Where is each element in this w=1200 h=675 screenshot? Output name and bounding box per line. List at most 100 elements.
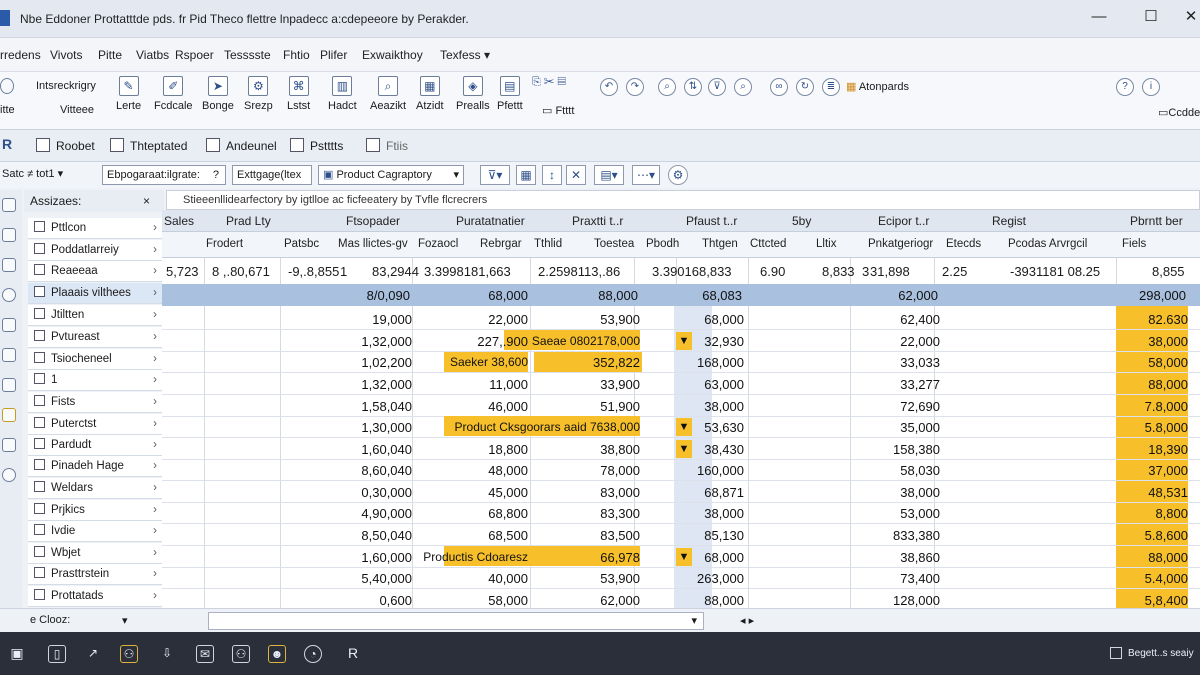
table-cell[interactable]: 45,000 bbox=[488, 485, 528, 500]
r-app-icon[interactable]: R bbox=[344, 645, 362, 663]
table-cell[interactable]: 1,32,000 bbox=[361, 334, 412, 349]
table-cell[interactable]: Product Cksgoorars aaid 7638,000 bbox=[455, 420, 640, 434]
tab-pstttts[interactable]: Pstttts bbox=[290, 136, 343, 156]
table-cell[interactable]: 88,000 bbox=[704, 593, 744, 608]
help-icon[interactable]: ? bbox=[1116, 78, 1134, 96]
column-subheader[interactable]: Pcodas Arvrgcil bbox=[1008, 238, 1087, 250]
nav-item[interactable]: Weldars › bbox=[28, 478, 162, 499]
menu-item[interactable]: Vivots bbox=[50, 48, 82, 62]
table-cell[interactable]: 33,900 bbox=[600, 377, 640, 392]
table-cell[interactable]: 4,90,000 bbox=[361, 506, 412, 521]
table-cell[interactable]: 3.390168,833 bbox=[652, 264, 732, 279]
folder-icon[interactable] bbox=[2, 408, 16, 422]
table-cell[interactable]: 38,860 bbox=[900, 550, 940, 565]
find-icon[interactable]: ⌕ bbox=[734, 78, 752, 96]
people-icon[interactable]: ⚇ bbox=[120, 645, 138, 663]
table-cell[interactable]: 53,630 bbox=[704, 420, 744, 435]
nav-item[interactable]: Poddatlarreiy › bbox=[28, 240, 162, 261]
table-cell[interactable]: 68,000 bbox=[704, 550, 744, 565]
column-subheader[interactable]: Etecds bbox=[946, 238, 981, 250]
table-cell[interactable]: 53,900 bbox=[600, 312, 640, 327]
table-cell[interactable]: 8 ,.80,671 bbox=[212, 264, 270, 279]
menu-item[interactable]: Plifer bbox=[320, 48, 347, 62]
table-cell[interactable]: 8,50,040 bbox=[361, 528, 412, 543]
filter-dropdown-1[interactable]: Ebpogaraat:ilgrate:? bbox=[102, 165, 226, 185]
table-cell[interactable]: 1,58,040 bbox=[361, 399, 412, 414]
table-cell[interactable]: 33,033 bbox=[900, 355, 940, 370]
table-cell[interactable]: 158,380 bbox=[893, 442, 940, 457]
checkbox-icon[interactable] bbox=[34, 243, 45, 254]
globe-icon[interactable] bbox=[2, 288, 16, 302]
nav-item[interactable]: Reaeeaa › bbox=[28, 261, 162, 282]
table-cell[interactable]: 38,430 bbox=[704, 442, 744, 457]
checkbox-icon[interactable] bbox=[34, 330, 45, 341]
table-cell[interactable]: Saeae 0802178,000 bbox=[532, 334, 640, 348]
clock-icon[interactable] bbox=[2, 468, 16, 482]
ribbon-button-aeazikt[interactable]: ⌕ Aeazikt bbox=[370, 76, 406, 112]
column-subheader[interactable]: Rebrgar bbox=[480, 238, 522, 250]
table-cell[interactable]: 35,000 bbox=[900, 420, 940, 435]
product-category-dropdown[interactable]: ▣ Product Cagraptory ▾ bbox=[318, 165, 464, 185]
ribbon-extra[interactable]: ▭ Ftttt bbox=[542, 104, 574, 117]
table-cell[interactable]: 0,30,000 bbox=[361, 485, 412, 500]
ribbon-button-bonge[interactable]: ➤ Bonge bbox=[202, 76, 234, 112]
column-subheader[interactable]: Mas llictes-gv bbox=[338, 238, 408, 250]
table-cell[interactable]: 5.8,000 bbox=[1145, 420, 1188, 435]
filter-label[interactable]: Satc ≠ tot1 ▾ bbox=[2, 167, 63, 180]
column-subheader[interactable]: Pnkatgeriogr bbox=[868, 238, 933, 250]
column-subheader[interactable]: Fozaocl bbox=[418, 238, 458, 250]
table-cell[interactable]: 78,000 bbox=[600, 463, 640, 478]
menu-item[interactable]: rredens bbox=[0, 48, 41, 62]
table-cell[interactable]: Saeker 38,600 bbox=[450, 355, 528, 369]
nav-item[interactable]: Puterctst › bbox=[28, 414, 162, 435]
refresh-icon[interactable]: ↻ bbox=[796, 78, 814, 96]
column-subheader[interactable]: Frodert bbox=[206, 238, 243, 250]
scroll-arrows[interactable]: ◂ ▸ bbox=[740, 614, 754, 627]
ribbon-right-group[interactable]: ▦ Atonpards bbox=[846, 80, 909, 93]
tab-roobet[interactable]: Roobet bbox=[36, 136, 95, 156]
ribbon-button-lerte[interactable]: ✎ Lerte bbox=[116, 76, 141, 112]
table-cell[interactable]: 68,500 bbox=[488, 528, 528, 543]
caret-down-icon[interactable]: ▼ bbox=[676, 548, 692, 566]
column-subheader[interactable]: Fiels bbox=[1122, 238, 1146, 250]
table-cell[interactable]: 68,000 bbox=[488, 288, 528, 303]
nav-item[interactable]: Prasttrstein › bbox=[28, 564, 162, 585]
table-cell[interactable]: 263,000 bbox=[697, 571, 744, 586]
checkbox-icon[interactable] bbox=[34, 352, 45, 363]
table-cell[interactable]: 8/0,090 bbox=[367, 288, 410, 303]
arrow-icon[interactable]: ↗ bbox=[84, 645, 102, 663]
filter-icon[interactable]: ⊽▾ bbox=[480, 165, 510, 185]
menu-item[interactable]: Fhtio bbox=[283, 48, 310, 62]
link-icon[interactable] bbox=[2, 438, 16, 452]
link-icon[interactable]: ∞ bbox=[770, 78, 788, 96]
table-cell[interactable]: 63,000 bbox=[704, 377, 744, 392]
table-cell[interactable]: 22,000 bbox=[900, 334, 940, 349]
column-header[interactable]: Praxtti t..r bbox=[572, 214, 623, 228]
table-cell[interactable]: 8,60,040 bbox=[361, 463, 412, 478]
caret-down-icon[interactable]: ▼ bbox=[676, 440, 692, 458]
table-cell[interactable]: 40,000 bbox=[488, 571, 528, 586]
table-cell[interactable]: 22,000 bbox=[488, 312, 528, 327]
table-cell[interactable]: 88,000 bbox=[598, 288, 638, 303]
table-cell[interactable]: 33,277 bbox=[900, 377, 940, 392]
checkbox-icon[interactable] bbox=[34, 546, 45, 557]
column-header[interactable]: Prad Lty bbox=[226, 214, 271, 228]
table-cell[interactable]: 53,900 bbox=[600, 571, 640, 586]
person-icon[interactable] bbox=[0, 78, 14, 94]
table-cell[interactable]: 32,930 bbox=[704, 334, 744, 349]
nav-item[interactable]: Jtiltten › bbox=[28, 305, 162, 326]
table-cell[interactable]: 1,02,200 bbox=[361, 355, 412, 370]
download-icon[interactable]: ⇩ bbox=[158, 645, 176, 663]
nav-item[interactable]: Tsiocheneel › bbox=[28, 349, 162, 370]
table-cell[interactable]: 5,40,000 bbox=[361, 571, 412, 586]
chat-icon[interactable]: ◔ bbox=[304, 645, 322, 663]
info-icon[interactable]: i bbox=[1142, 78, 1160, 96]
table-cell[interactable]: -3931181 08.25 bbox=[1010, 264, 1100, 279]
group-icon[interactable]: ⚇ bbox=[232, 645, 250, 663]
table-cell[interactable]: 83,000 bbox=[600, 485, 640, 500]
table-cell[interactable]: 68,000 bbox=[704, 312, 744, 327]
window-icon[interactable]: ▯ bbox=[48, 645, 66, 663]
table-cell[interactable]: 6.90 bbox=[760, 264, 785, 279]
table-cell[interactable]: 83,2944 bbox=[372, 264, 419, 279]
column-subheader[interactable]: Cttcted bbox=[750, 238, 786, 250]
